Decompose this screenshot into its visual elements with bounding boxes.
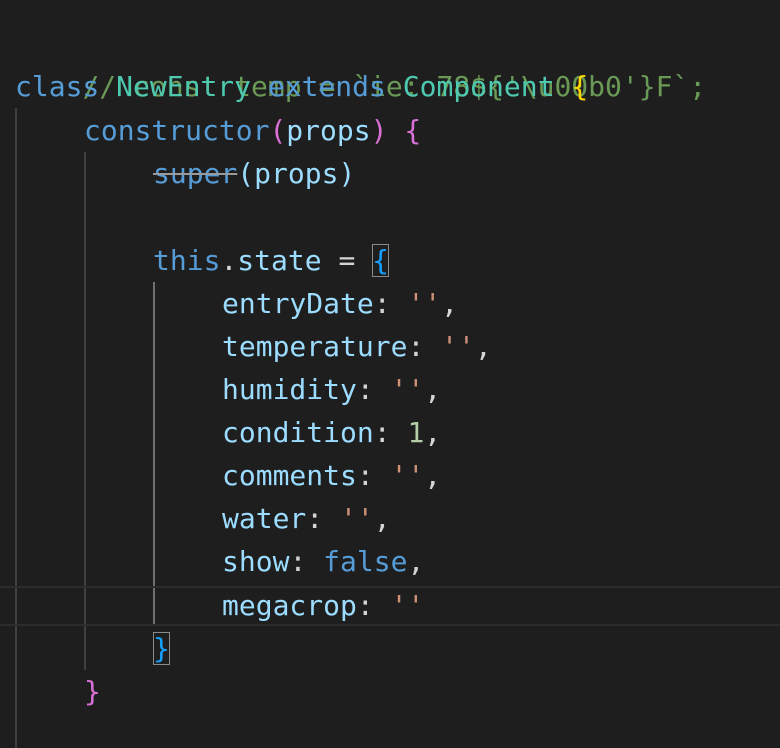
- assign-operator: =: [321, 244, 373, 277]
- state-open-brace: {: [372, 244, 390, 277]
- constructor-close-brace: }: [84, 675, 101, 708]
- code-line-12[interactable]: water: '',: [222, 497, 391, 540]
- base-class-name: Component: [402, 70, 555, 103]
- code-line-7[interactable]: entryDate: '',: [222, 282, 458, 325]
- code-line-8[interactable]: temperature: '',: [222, 325, 492, 368]
- constructor-open-brace: {: [404, 114, 422, 147]
- code-editor[interactable]: // const temp = `ie: 78${'\u00b0'}F`; cl…: [0, 0, 780, 748]
- code-line-16[interactable]: }: [84, 670, 101, 713]
- constructor-param: props: [286, 114, 371, 147]
- colon: :: [356, 589, 391, 622]
- keyword-class: class: [15, 70, 100, 103]
- code-line-10[interactable]: condition: 1,: [222, 411, 441, 454]
- comma: ,: [424, 459, 442, 492]
- code-line-13[interactable]: show: false,: [222, 540, 424, 583]
- code-line-14[interactable]: megacrop: '': [222, 584, 424, 627]
- state-key: humidity: [222, 373, 357, 406]
- state-key: show: [222, 545, 290, 578]
- comma: ,: [474, 330, 492, 363]
- colon: :: [373, 287, 408, 320]
- colon: :: [306, 502, 341, 535]
- state-value: '': [441, 330, 475, 363]
- colon: :: [407, 330, 442, 363]
- code-line-3[interactable]: constructor(props) {: [84, 109, 421, 152]
- state-key: comments: [222, 459, 357, 492]
- code-line-1[interactable]: // const temp = `ie: 78${'\u00b0'}F`;: [15, 22, 706, 103]
- colon: :: [356, 373, 391, 406]
- comma: ,: [441, 287, 459, 320]
- indent-guide-level1: [15, 108, 17, 748]
- state-close-brace: }: [153, 632, 170, 665]
- comma: ,: [373, 502, 391, 535]
- state-value: false: [323, 545, 408, 578]
- colon: :: [356, 459, 391, 492]
- super-args: (props): [237, 157, 356, 190]
- state-key: temperature: [222, 330, 408, 363]
- indent-guide-level3-active: [153, 282, 155, 626]
- code-line-6[interactable]: this.state = {: [153, 239, 390, 282]
- state-key: megacrop: [222, 589, 357, 622]
- state-value: '': [390, 459, 425, 492]
- state-value: '': [340, 502, 374, 535]
- state-value: 1: [407, 416, 425, 449]
- colon: :: [289, 545, 324, 578]
- state-value: '': [390, 589, 425, 622]
- constructor-close-paren: ): [370, 114, 388, 147]
- code-line-15[interactable]: }: [153, 627, 170, 670]
- constructor-open-paren: (: [269, 114, 287, 147]
- this-keyword: this: [153, 244, 221, 277]
- keyword-extends: extends: [267, 70, 386, 103]
- member-dot: .: [220, 244, 238, 277]
- class-open-brace: {: [571, 70, 589, 103]
- code-line-11[interactable]: comments: '',: [222, 454, 441, 497]
- state-property: state: [237, 244, 322, 277]
- state-key: entryDate: [222, 287, 374, 320]
- state-key: water: [222, 502, 307, 535]
- state-value: '': [390, 373, 425, 406]
- comma: ,: [424, 373, 442, 406]
- state-value: '': [407, 287, 442, 320]
- state-key: condition: [222, 416, 374, 449]
- comma: ,: [424, 416, 442, 449]
- code-line-9[interactable]: humidity: '',: [222, 368, 441, 411]
- colon: :: [373, 416, 408, 449]
- class-name: NewEntry: [116, 70, 252, 103]
- comma: ,: [407, 545, 425, 578]
- code-line-4[interactable]: super(props): [153, 152, 355, 195]
- super-keyword: super: [153, 157, 238, 190]
- constructor-keyword: constructor: [84, 114, 270, 147]
- code-line-2[interactable]: class NewEntry extends Component {: [15, 65, 588, 108]
